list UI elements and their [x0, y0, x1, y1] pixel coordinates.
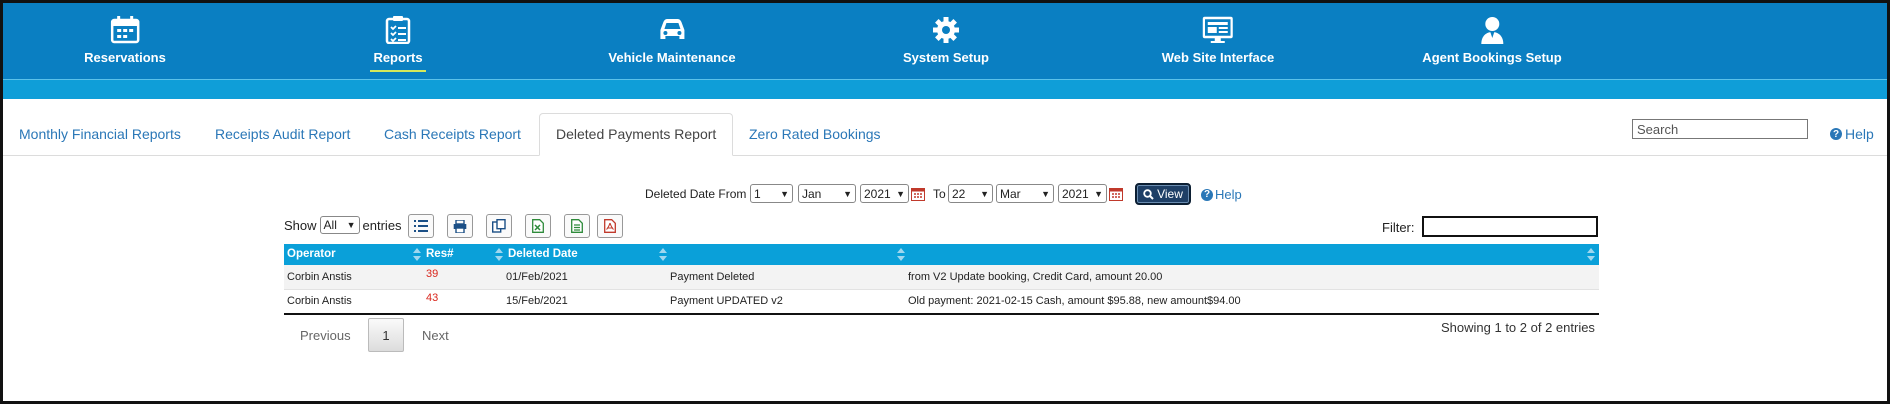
tab-cash-receipts-report[interactable]: Cash Receipts Report — [384, 126, 521, 142]
calendar-icon — [109, 15, 141, 45]
nav-label: Web Site Interface — [1161, 50, 1275, 65]
car-icon — [656, 15, 688, 45]
to-label: To — [933, 187, 946, 201]
entries-label: entries — [362, 217, 402, 233]
export-excel-button[interactable] — [525, 214, 551, 238]
cell-action: Payment Deleted — [670, 271, 755, 283]
search-input[interactable] — [1632, 119, 1808, 139]
printer-icon — [453, 219, 467, 233]
copy-icon — [492, 219, 506, 233]
table-bottom-border — [284, 313, 1599, 315]
export-csv-button[interactable] — [564, 214, 590, 238]
nav-agent-bookings-setup[interactable]: Agent Bookings Setup — [1422, 3, 1562, 79]
calendar-picker-icon[interactable] — [911, 187, 925, 201]
nav-label: Vehicle Maintenance — [608, 50, 736, 65]
cell-deleted-date: 01/Feb/2021 — [506, 271, 568, 283]
calendar-picker-icon[interactable] — [1109, 187, 1123, 201]
active-indicator — [370, 70, 426, 72]
chevron-down-icon: ▼ — [780, 188, 789, 199]
nav-web-site-interface[interactable]: Web Site Interface — [1162, 3, 1274, 79]
nav-label: Reports — [373, 50, 423, 65]
top-navigation: Reservations Reports Vehicle Maintenance… — [3, 3, 1887, 79]
entries-select[interactable]: All ▼ — [319, 216, 360, 234]
chevron-down-icon: ▼ — [1041, 188, 1050, 199]
pdf-file-icon — [604, 219, 616, 233]
table-header: Operator Res# Deleted Date — [284, 244, 1599, 265]
help-link[interactable]: ? Help — [1830, 126, 1874, 142]
filter-label: Filter: — [1382, 220, 1415, 235]
to-year-select[interactable]: 2021 ▼ — [1058, 184, 1107, 203]
tab-deleted-payments-report[interactable]: Deleted Payments Report — [539, 113, 734, 156]
chevron-down-icon: ▼ — [896, 188, 905, 199]
cell-deleted-date: 15/Feb/2021 — [506, 295, 568, 307]
chevron-down-icon: ▼ — [346, 220, 356, 230]
from-month-select[interactable]: Jan ▼ — [798, 184, 856, 203]
help-circle-icon: ? — [1830, 128, 1842, 140]
nav-reservations[interactable]: Reservations — [84, 3, 166, 79]
excel-file-icon — [532, 219, 544, 233]
nav-label: Agent Bookings Setup — [1422, 50, 1562, 65]
tab-zero-rated-bookings[interactable]: Zero Rated Bookings — [749, 126, 881, 142]
monitor-icon — [1202, 15, 1234, 45]
export-pdf-button[interactable] — [597, 214, 623, 238]
entries-length-control: Show All ▼ entries — [284, 216, 402, 234]
sort-icon[interactable] — [1587, 248, 1595, 261]
chevron-down-icon: ▼ — [843, 188, 852, 199]
sub-navigation-bar — [3, 79, 1887, 99]
next-page-button[interactable]: Next — [422, 328, 449, 343]
nav-reports[interactable]: Reports — [370, 3, 426, 79]
show-label: Show — [284, 217, 317, 233]
clipboard-list-icon — [382, 15, 414, 45]
help-label: Help — [1845, 126, 1874, 142]
cell-res-number[interactable]: 43 — [426, 292, 438, 304]
deleted-date-from-label: Deleted Date From — [645, 187, 747, 201]
nav-system-setup[interactable]: System Setup — [903, 3, 989, 79]
view-button[interactable]: View — [1135, 183, 1191, 205]
date-range-filter: Deleted Date From — [645, 184, 746, 204]
csv-file-icon — [571, 219, 583, 233]
tab-receipts-audit-report[interactable]: Receipts Audit Report — [215, 126, 350, 142]
search-icon — [1143, 188, 1154, 200]
sort-icon[interactable] — [495, 248, 503, 261]
cell-operator: Corbin Anstis — [287, 271, 352, 283]
previous-page-button[interactable]: Previous — [300, 328, 351, 343]
header-operator[interactable]: Operator — [287, 248, 336, 260]
nav-vehicle-maintenance[interactable]: Vehicle Maintenance — [608, 3, 736, 79]
agent-user-icon — [1476, 15, 1508, 45]
date-filter-help-link[interactable]: ? Help — [1201, 187, 1242, 202]
print-button[interactable] — [447, 214, 473, 238]
chevron-down-icon: ▼ — [1094, 188, 1103, 199]
header-res-number[interactable]: Res# — [426, 248, 454, 260]
to-month-select[interactable]: Mar ▼ — [996, 184, 1054, 203]
gear-icon — [930, 15, 962, 45]
cell-res-number[interactable]: 39 — [426, 268, 438, 280]
from-year-select[interactable]: 2021 ▼ — [860, 184, 909, 203]
sort-icon[interactable] — [897, 248, 905, 261]
chevron-down-icon: ▼ — [980, 188, 989, 199]
header-deleted-date[interactable]: Deleted Date — [508, 248, 578, 260]
list-icon — [414, 220, 428, 232]
nav-label: System Setup — [903, 50, 989, 65]
copy-button[interactable] — [486, 214, 512, 238]
report-tabs: Monthly Financial Reports Receipts Audit… — [3, 99, 1887, 156]
nav-label: Reservations — [84, 50, 166, 65]
from-day-select[interactable]: 1 ▼ — [750, 184, 793, 203]
sort-icon[interactable] — [659, 248, 667, 261]
table-info: Showing 1 to 2 of 2 entries — [1441, 320, 1595, 335]
cell-operator: Corbin Anstis — [287, 295, 352, 307]
column-visibility-button[interactable] — [408, 214, 434, 238]
current-page-button[interactable]: 1 — [368, 318, 404, 352]
cell-details: from V2 Update booking, Credit Card, amo… — [908, 271, 1163, 283]
cell-action: Payment UPDATED v2 — [670, 295, 783, 307]
filter-input[interactable] — [1422, 216, 1598, 237]
sort-icon[interactable] — [413, 248, 421, 261]
cell-details: Old payment: 2021-02-15 Cash, amount $95… — [908, 295, 1241, 307]
to-day-select[interactable]: 22 ▼ — [948, 184, 993, 203]
table-row[interactable]: Corbin Anstis 39 01/Feb/2021 Payment Del… — [284, 265, 1599, 290]
table-row[interactable]: Corbin Anstis 43 15/Feb/2021 Payment UPD… — [284, 289, 1599, 314]
tab-monthly-financial-reports[interactable]: Monthly Financial Reports — [19, 126, 181, 142]
help-circle-icon: ? — [1201, 188, 1213, 201]
